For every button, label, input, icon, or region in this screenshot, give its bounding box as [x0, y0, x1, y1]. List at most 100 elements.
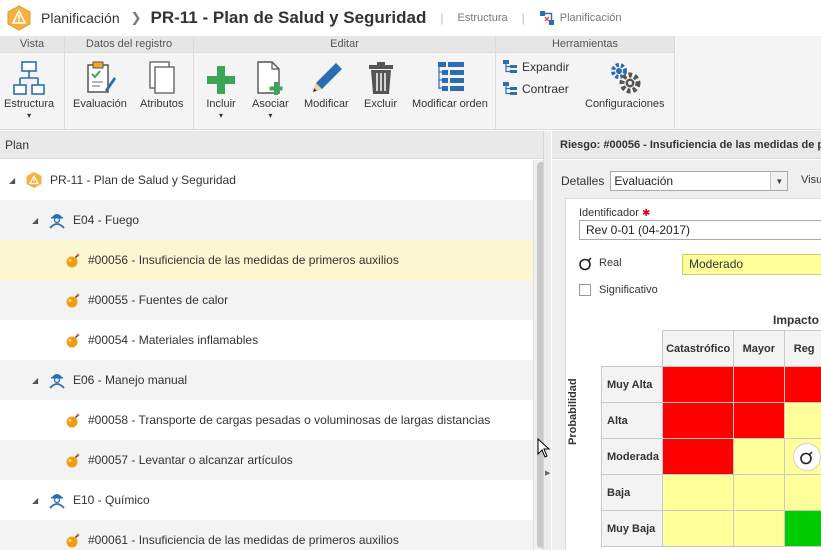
expand-tree-icon	[503, 60, 517, 73]
matrix-col-header: Mayor	[732, 330, 785, 367]
matrix-cell[interactable]	[783, 366, 821, 403]
associate-document-icon	[254, 56, 286, 96]
matrix-cell[interactable]	[662, 366, 734, 403]
matrix-cell[interactable]	[662, 510, 734, 547]
visualization-label[interactable]: Visu	[801, 174, 821, 186]
tree-node-risk[interactable]: #00054 - Materiales inflamables	[0, 320, 533, 360]
matrix-cell[interactable]	[732, 402, 785, 439]
collapse-toggle-icon[interactable]: ◢	[32, 376, 42, 385]
pencil-icon	[309, 56, 343, 96]
tree-node-risk[interactable]: #00055 - Fuentes de calor	[0, 280, 533, 320]
expandir-label: Expandir	[522, 60, 570, 74]
trash-icon	[366, 56, 396, 96]
expandir-button[interactable]: Expandir	[502, 59, 569, 75]
matrix-cell-current[interactable]	[783, 438, 821, 475]
collapse-toggle-icon[interactable]: ◢	[9, 176, 19, 185]
gears-icon	[608, 56, 642, 96]
ribbon-group-vista: Vista Estructura ▾	[0, 36, 65, 130]
estructura-button[interactable]: Estructura ▾	[4, 56, 54, 120]
significant-label: Significativo	[599, 284, 658, 296]
tree-node-risk[interactable]: #00057 - Levantar o alcanzar artículos	[0, 440, 533, 480]
details-row: Detalles Evaluación ▼	[561, 171, 789, 191]
matrix-row-header: Baja	[600, 474, 664, 511]
tree-node-group[interactable]: ◢ E06 - Manejo manual	[0, 360, 533, 400]
evaluation-clipboard-icon	[83, 56, 117, 96]
chevron-down-icon[interactable]: ▼	[770, 172, 788, 190]
matrix-row-header: Alta	[600, 402, 664, 439]
tree-node-risk-selected[interactable]: #00056 - Insuficiencia de las medidas de…	[0, 240, 533, 280]
bomb-icon	[65, 532, 81, 548]
splitter-arrow-icon[interactable]: ▶	[545, 469, 550, 477]
atributos-button[interactable]: Atributos	[140, 56, 183, 110]
bomb-icon	[65, 452, 81, 468]
matrix-cell[interactable]	[783, 402, 821, 439]
ribbon-group-editar: Editar Incluir ▾ Asociar ▾ Modificar Exc…	[194, 36, 496, 130]
tree-node-plan[interactable]: ◢ PR-11 - Plan de Salud y Seguridad	[0, 160, 533, 200]
modificar-orden-button[interactable]: Modificar orden	[412, 56, 488, 110]
configuraciones-button[interactable]: Configuraciones	[585, 56, 665, 110]
risk-matrix: Catastrófico Mayor Reg Muy Alta Alta Mod…	[600, 330, 821, 547]
plan-panel: Plan ◢ PR-11 - Plan de Salud y Seguridad…	[0, 131, 549, 550]
worker-icon	[48, 371, 66, 389]
risk-detail-panel: Riesgo: #00056 - Insuficiencia de las me…	[552, 131, 821, 550]
dropdown-arrow-icon: ▾	[218, 111, 223, 120]
incluir-label: Incluir	[206, 98, 236, 110]
worker-icon	[48, 211, 66, 229]
current-risk-marker-icon[interactable]	[792, 443, 821, 471]
probability-axis-label: Probabilidad	[567, 378, 579, 445]
risk-bomb-outline-icon	[579, 257, 592, 271]
risk-detail-body: Detalles Evaluación ▼ Visu Identificador…	[552, 160, 821, 550]
contraer-button[interactable]: Contraer	[502, 81, 569, 97]
tree-node-label: #00056 - Insuficiencia de las medidas de…	[88, 253, 399, 267]
real-label: Real	[599, 257, 622, 269]
evaluacion-button[interactable]: Evaluación	[73, 56, 127, 110]
title-bar: Planificación ❯ PR-11 - Plan de Salud y …	[0, 0, 821, 36]
planning-link[interactable]: Planificación	[539, 10, 622, 26]
breadcrumb-app[interactable]: Planificación	[41, 10, 120, 26]
asociar-button[interactable]: Asociar ▾	[252, 56, 289, 120]
matrix-cell[interactable]	[662, 438, 734, 475]
matrix-cell[interactable]	[783, 474, 821, 511]
modificar-label: Modificar	[304, 98, 349, 110]
matrix-cell[interactable]	[732, 438, 785, 475]
significant-checkbox[interactable]	[579, 284, 591, 296]
planning-app-icon	[4, 3, 34, 33]
matrix-cell[interactable]	[662, 474, 734, 511]
matrix-cell[interactable]	[732, 474, 785, 511]
tree-node-group[interactable]: ◢ E10 - Químico	[0, 480, 533, 520]
incluir-button[interactable]: Incluir ▾	[205, 56, 237, 120]
excluir-button[interactable]: Excluir	[364, 56, 397, 110]
structure-icon	[13, 56, 45, 96]
ribbon-group-title: Editar	[194, 36, 495, 53]
plan-panel-title: Plan	[0, 131, 549, 159]
tree-node-risk[interactable]: #00061 - Insuficiencia de las medidas de…	[0, 520, 533, 550]
contraer-label: Contraer	[522, 82, 569, 96]
dropdown-arrow-icon: ▾	[27, 111, 32, 120]
tree-node-risk[interactable]: #00058 - Transporte de cargas pesadas o …	[0, 400, 533, 440]
estructura-label: Estructura	[4, 98, 55, 110]
panel-splitter[interactable]: ▶	[543, 131, 551, 550]
tree-node-label: #00058 - Transporte de cargas pesadas o …	[88, 413, 491, 427]
matrix-col-header: Reg	[783, 330, 821, 367]
tree-node-group[interactable]: ◢ E04 - Fuego	[0, 200, 533, 240]
warning-plan-icon	[25, 171, 43, 189]
matrix-cell[interactable]	[732, 510, 785, 547]
bomb-icon	[65, 252, 81, 268]
matrix-cell[interactable]	[732, 366, 785, 403]
tree-node-label: #00055 - Fuentes de calor	[88, 293, 229, 307]
details-select[interactable]: Evaluación ▼	[610, 171, 789, 191]
ribbon-group-title: Datos del registro	[65, 36, 193, 53]
required-icon: ✱	[642, 208, 651, 219]
matrix-cell[interactable]	[783, 510, 821, 547]
modificar-button[interactable]: Modificar	[304, 56, 349, 110]
page-title: PR-11 - Plan de Salud y Seguridad	[150, 8, 427, 27]
ribbon-group-title: Vista	[0, 36, 64, 53]
collapse-toggle-icon[interactable]: ◢	[32, 216, 42, 225]
tree-node-label: E04 - Fuego	[73, 213, 140, 227]
identifier-label-text: Identificador	[579, 207, 639, 219]
structure-link[interactable]: Estructura	[458, 12, 508, 24]
ribbon-group-datos: Datos del registro Evaluación Atributos	[65, 36, 194, 130]
collapse-toggle-icon[interactable]: ◢	[32, 496, 42, 505]
matrix-cell[interactable]	[662, 402, 734, 439]
identifier-field[interactable]: Rev 0-01 (04-2017)	[579, 220, 821, 240]
